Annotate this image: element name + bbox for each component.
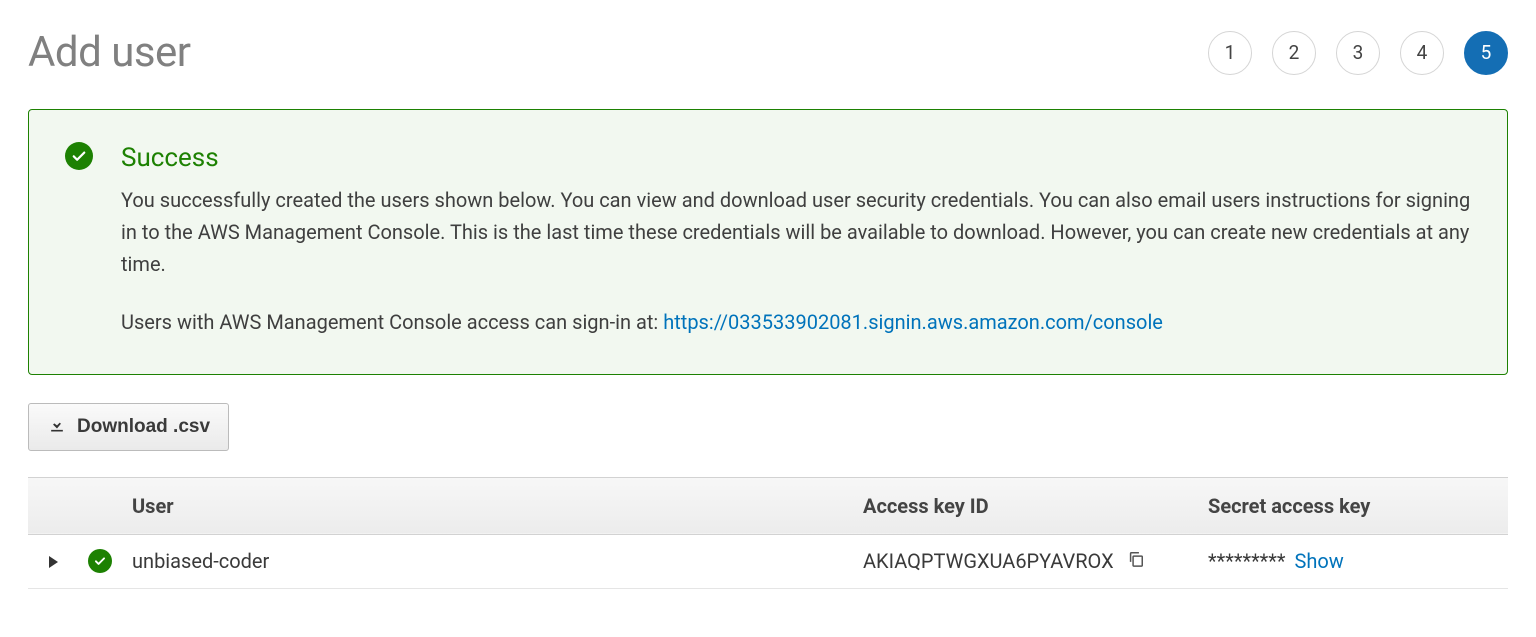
user-cell: unbiased-coder	[122, 534, 853, 588]
download-csv-button[interactable]: Download .csv	[28, 403, 229, 451]
page-title: Add user	[28, 28, 191, 77]
col-header-status	[78, 477, 122, 534]
copy-access-key-icon[interactable]	[1126, 549, 1146, 574]
alert-body-2-prefix: Users with AWS Management Console access…	[121, 310, 663, 334]
wizard-step-2[interactable]: 2	[1272, 31, 1316, 75]
wizard-step-3[interactable]: 3	[1336, 31, 1380, 75]
col-header-user: User	[122, 477, 853, 534]
credentials-table: User Access key ID Secret access key unb…	[28, 477, 1508, 589]
download-icon	[47, 414, 67, 440]
wizard-step-1[interactable]: 1	[1208, 31, 1252, 75]
row-success-check-icon	[88, 549, 112, 573]
show-secret-link[interactable]: Show	[1295, 549, 1344, 573]
alert-body-1: You successfully created the users shown…	[121, 184, 1471, 280]
col-header-access-key-id: Access key ID	[853, 477, 1198, 534]
col-header-expand	[28, 477, 78, 534]
access-key-id-value: AKIAQPTWGXUA6PYAVROX	[863, 549, 1114, 573]
success-alert: Success You successfully created the use…	[28, 109, 1508, 375]
signin-url-link[interactable]: https://033533902081.signin.aws.amazon.c…	[663, 310, 1163, 334]
wizard-step-5[interactable]: 5	[1464, 31, 1508, 75]
expand-row-icon[interactable]	[49, 556, 58, 568]
download-csv-label: Download .csv	[77, 416, 210, 438]
col-header-secret: Secret access key	[1198, 477, 1508, 534]
wizard-step-4[interactable]: 4	[1400, 31, 1444, 75]
wizard-steps: 1 2 3 4 5	[1208, 31, 1508, 75]
secret-masked-value: *********	[1208, 549, 1286, 573]
success-check-icon	[65, 142, 93, 170]
table-row: unbiased-coder AKIAQPTWGXUA6PYAVROX ****…	[28, 534, 1508, 588]
alert-title: Success	[121, 138, 1471, 180]
